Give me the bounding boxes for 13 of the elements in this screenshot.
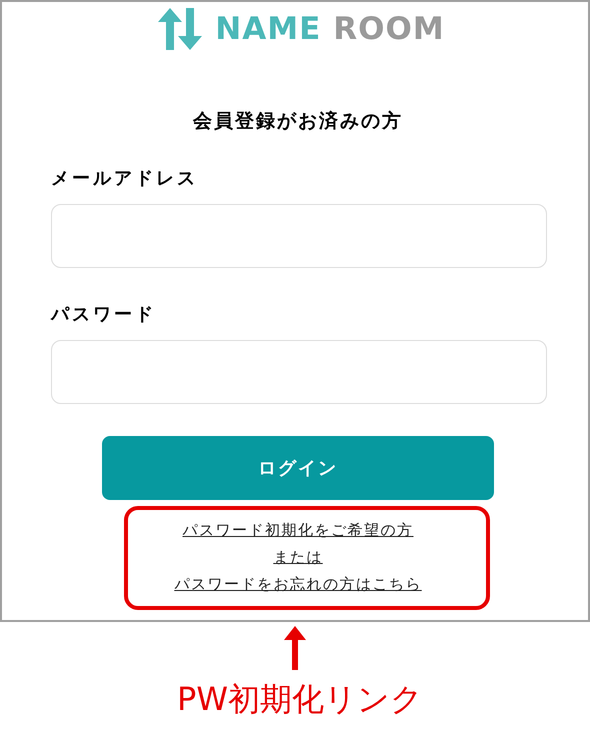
- input-field[interactable]: [51, 204, 547, 268]
- up-arrow-icon: [284, 626, 306, 670]
- link[interactable]: パスワードをお忘れの方はこちら: [174, 571, 422, 598]
- section-heading: 会員登録がお済みの方: [192, 109, 404, 134]
- logo-text: ROOM: [333, 11, 445, 47]
- arrows-icon: [157, 6, 204, 52]
- annotation-label: PW初期化リンク: [177, 679, 423, 720]
- field-label: メールアドレス: [51, 167, 198, 190]
- logo-text: NAME: [215, 11, 322, 47]
- link[interactable]: または: [273, 544, 323, 571]
- field-label: パスワード: [51, 303, 156, 326]
- link[interactable]: パスワード初期化をご希望の方: [182, 517, 414, 544]
- input-field[interactable]: [51, 340, 547, 404]
